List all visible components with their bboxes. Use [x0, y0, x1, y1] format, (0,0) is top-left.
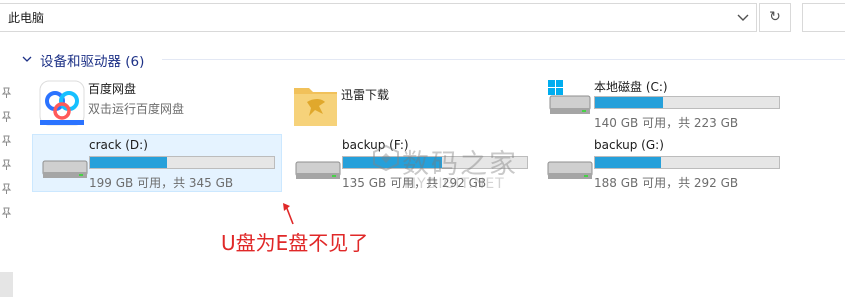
- app-tile-baidu-netdisk[interactable]: 百度网盘 双击运行百度网盘: [32, 76, 282, 132]
- chevron-down-icon[interactable]: [736, 8, 750, 26]
- drive-free-space: 188 GB 可用，共 292 GB: [594, 176, 739, 190]
- annotation-text: U盘为E盘不见了: [221, 231, 369, 255]
- app-name: 百度网盘: [88, 82, 137, 96]
- drive-name: backup (F:): [342, 138, 409, 152]
- navigation-pane: [0, 40, 14, 297]
- drive-usage-fill: [90, 157, 168, 168]
- drive-tile-g[interactable]: backup (G:) 188 GB 可用，共 292 GB: [538, 136, 798, 192]
- drive-free-space: 199 GB 可用，共 345 GB: [89, 176, 234, 190]
- pin-icon[interactable]: [1, 111, 12, 122]
- search-input[interactable]: [802, 3, 845, 32]
- drive-usage-bar: [89, 156, 275, 169]
- pin-icon[interactable]: [1, 87, 12, 98]
- windows-drive-icon: [548, 80, 591, 114]
- refresh-button[interactable]: ↻: [759, 3, 791, 32]
- nav-selected-item[interactable]: [0, 272, 13, 297]
- xunlei-folder-icon: [294, 88, 337, 126]
- pin-icon[interactable]: [1, 183, 12, 194]
- hard-drive-icon: [42, 160, 88, 178]
- drive-tile-c[interactable]: 本地磁盘 (C:) 140 GB 可用，共 223 GB: [538, 76, 798, 132]
- annotation-arrow-icon: [283, 203, 294, 225]
- drive-usage-bar: [594, 156, 780, 169]
- hard-drive-icon: [547, 161, 593, 179]
- drive-tile-d[interactable]: crack (D:) 199 GB 可用，共 345 GB: [32, 134, 282, 192]
- drive-usage-bar: [342, 156, 528, 169]
- drive-usage-fill: [595, 157, 662, 168]
- app-tile-xunlei[interactable]: 迅雷下载: [285, 76, 535, 132]
- chevron-down-icon[interactable]: [22, 55, 32, 63]
- address-bar[interactable]: 此电脑: [0, 3, 757, 32]
- drive-free-space: 135 GB 可用，共 292 GB: [342, 176, 487, 190]
- drive-name: crack (D:): [89, 138, 148, 152]
- pin-icon[interactable]: [1, 159, 12, 170]
- pin-icon[interactable]: [1, 135, 12, 146]
- address-path: 此电脑: [8, 11, 45, 25]
- group-title: 设备和驱动器 (6): [40, 54, 145, 70]
- app-subtitle: 双击运行百度网盘: [88, 102, 185, 116]
- hard-drive-icon: [295, 161, 341, 179]
- drive-free-space: 140 GB 可用，共 223 GB: [594, 116, 739, 130]
- group-divider: [162, 59, 845, 60]
- drive-name: 本地磁盘 (C:): [594, 80, 668, 94]
- refresh-icon: ↻: [769, 9, 781, 25]
- app-name: 迅雷下载: [341, 88, 390, 102]
- drive-usage-fill: [343, 157, 443, 168]
- drive-tile-f[interactable]: backup (F:) 135 GB 可用，共 292 GB: [286, 136, 536, 192]
- pin-icon[interactable]: [1, 207, 12, 218]
- drive-usage-fill: [595, 97, 664, 108]
- baidu-netdisk-icon: [39, 80, 85, 126]
- drive-name: backup (G:): [594, 138, 664, 152]
- drive-usage-bar: [594, 96, 780, 109]
